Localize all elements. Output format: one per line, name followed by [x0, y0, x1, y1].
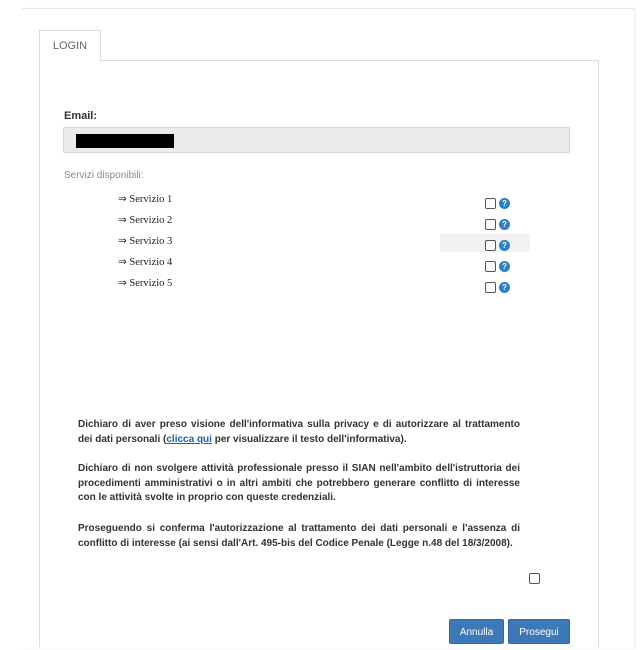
tab-login[interactable]: LOGIN: [39, 30, 101, 62]
service-label: ⇒ Servizio 5: [118, 278, 173, 289]
service-item-3: ⇒ Servizio 3: [118, 235, 518, 251]
service-5-checkbox[interactable]: [485, 282, 496, 293]
service-label: ⇒ Servizio 3: [118, 236, 173, 247]
service-label: ⇒ Servizio 1: [118, 194, 173, 205]
service-item-1: ⇒ Servizio 1: [118, 193, 518, 209]
service-item-4: ⇒ Servizio 4: [118, 256, 518, 272]
question-circle-icon[interactable]: ?: [499, 240, 510, 251]
service-3-checkbox[interactable]: [485, 240, 496, 251]
proceed-button[interactable]: Prosegui: [508, 619, 570, 644]
service-4-checkbox[interactable]: [485, 261, 496, 272]
service-1-checkbox[interactable]: [485, 198, 496, 209]
consent-statement: Proseguendo si conferma l'autorizzazione…: [78, 523, 520, 549]
email-field[interactable]: [63, 127, 570, 153]
privacy-text-after: per visualizzare il testo dell'informati…: [211, 433, 407, 445]
service-item-5: ⇒ Servizio 5: [118, 277, 518, 293]
email-redacted-value: [76, 134, 174, 148]
service-2-checkbox[interactable]: [485, 219, 496, 230]
cancel-button[interactable]: Annulla: [449, 619, 504, 644]
privacy-statement: Dichiaro di aver preso visione dell'info…: [78, 418, 520, 447]
service-item-2: ⇒ Servizio 2: [118, 214, 518, 230]
service-label: ⇒ Servizio 2: [118, 215, 173, 226]
question-circle-icon[interactable]: ?: [499, 261, 510, 272]
question-circle-icon[interactable]: ?: [499, 219, 510, 230]
conflict-statement: Dichiaro di non svolgere attività profes…: [78, 463, 520, 503]
service-label: ⇒ Servizio 4: [118, 257, 173, 268]
services-label: Servizi disponibili:: [64, 170, 144, 181]
email-label: Email:: [64, 110, 98, 122]
privacy-link[interactable]: clicca qui: [166, 434, 212, 445]
question-circle-icon[interactable]: ?: [499, 198, 510, 209]
consent-checkbox[interactable]: [529, 573, 540, 584]
question-circle-icon[interactable]: ?: [499, 282, 510, 293]
